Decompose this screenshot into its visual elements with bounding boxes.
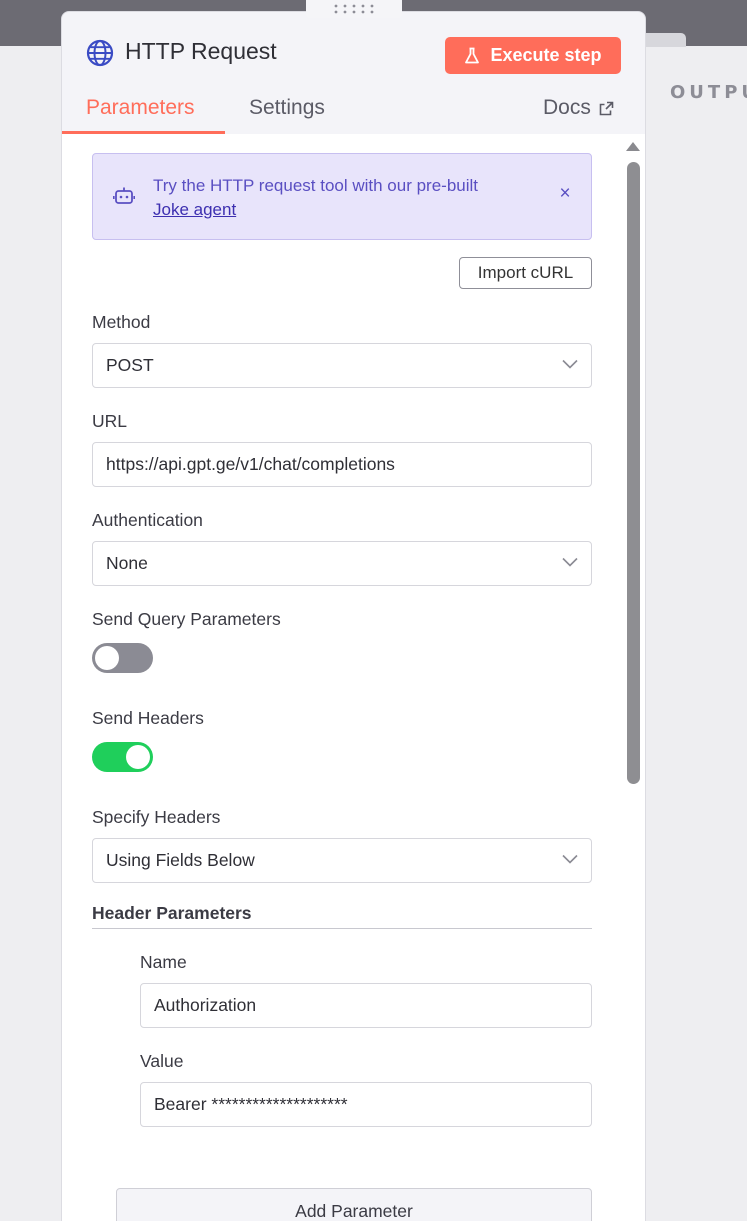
send-headers-toggle[interactable] [92, 742, 153, 772]
add-parameter-button[interactable]: Add Parameter [116, 1188, 592, 1221]
toggle-knob [126, 745, 150, 769]
docs-link[interactable]: Docs [543, 96, 614, 120]
drag-handle[interactable] [306, 0, 402, 18]
chevron-down-icon [562, 557, 578, 567]
joke-agent-link[interactable]: Joke agent [153, 200, 236, 219]
header-name-label: Name [140, 952, 187, 972]
send-query-toggle[interactable] [92, 643, 153, 673]
url-label: URL [92, 411, 128, 431]
scroll-up-arrow-icon[interactable] [626, 142, 640, 151]
header-name-value: Authorization [154, 995, 257, 1015]
method-label: Method [92, 312, 151, 332]
authentication-value: None [106, 553, 148, 573]
joke-agent-banner: Try the HTTP request tool with our pre-b… [92, 153, 592, 240]
header-value-value: Bearer ******************** [154, 1094, 348, 1114]
method-value: POST [106, 355, 154, 375]
method-select[interactable]: POST [92, 343, 592, 388]
url-value: https://api.gpt.ge/v1/chat/completions [106, 454, 395, 474]
chevron-down-icon [562, 359, 578, 369]
specify-headers-select[interactable]: Using Fields Below [92, 838, 592, 883]
background-tab [640, 33, 686, 47]
specify-headers-label: Specify Headers [92, 807, 221, 827]
tab-settings[interactable]: Settings [249, 96, 325, 120]
tab-parameters[interactable]: Parameters [86, 96, 195, 120]
header-parameters-title: Header Parameters [92, 903, 252, 923]
url-input[interactable]: https://api.gpt.ge/v1/chat/completions [92, 442, 592, 487]
parameters-content: Try the HTTP request tool with our pre-b… [62, 134, 645, 1221]
header-name-input[interactable]: Authorization [140, 983, 592, 1028]
node-settings-panel: HTTP Request Execute step Parameters Set… [61, 11, 646, 1221]
execute-step-label: Execute step [490, 45, 602, 65]
toggle-knob [95, 646, 119, 670]
import-curl-button[interactable]: Import cURL [459, 257, 592, 289]
authentication-label: Authentication [92, 510, 203, 530]
flask-icon [465, 47, 480, 63]
close-icon[interactable]: × [555, 184, 575, 204]
output-panel-label: OUTPU [670, 82, 747, 103]
section-divider [92, 928, 592, 929]
node-title: HTTP Request [125, 38, 277, 64]
chevron-down-icon [562, 854, 578, 864]
send-headers-label: Send Headers [92, 708, 204, 728]
authentication-select[interactable]: None [92, 541, 592, 586]
grip-dots-icon [334, 4, 374, 14]
specify-headers-value: Using Fields Below [106, 850, 255, 870]
send-query-label: Send Query Parameters [92, 609, 281, 629]
header-value-label: Value [140, 1051, 184, 1071]
banner-message: Try the HTTP request tool with our pre-b… [153, 174, 543, 222]
globe-icon [86, 39, 114, 67]
header-value-input[interactable]: Bearer ******************** [140, 1082, 592, 1127]
panel-header: HTTP Request Execute step Parameters Set… [62, 12, 645, 134]
scrollbar-thumb[interactable] [627, 162, 640, 784]
docs-label: Docs [543, 96, 591, 119]
banner-text: Try the HTTP request tool with our pre-b… [153, 176, 479, 195]
execute-step-button[interactable]: Execute step [445, 37, 621, 74]
robot-icon [113, 187, 135, 204]
external-link-icon [599, 101, 614, 115]
